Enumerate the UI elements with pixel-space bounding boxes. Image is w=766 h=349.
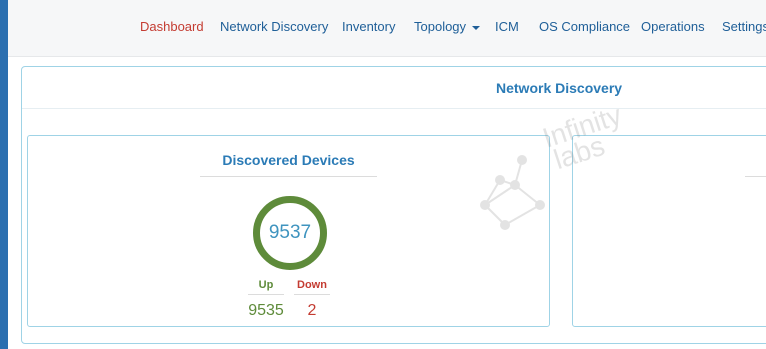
nav-topology-label: Topology <box>414 19 467 34</box>
title-divider <box>200 176 377 177</box>
nav-dashboard[interactable]: Dashboard <box>140 19 204 34</box>
top-navbar: Dashboard Network Discovery Inventory To… <box>0 0 766 57</box>
nav-operations[interactable]: Operations <box>641 19 705 34</box>
primary-nav: Dashboard Network Discovery Inventory To… <box>0 19 766 39</box>
page-title: Network Discovery <box>496 80 623 96</box>
total-devices-ring: 9537 <box>253 196 327 270</box>
discovered-devices-title: Discovered Devices <box>222 152 355 168</box>
status-down-label: Down <box>297 279 327 291</box>
down-label-divider <box>294 294 330 295</box>
nav-settings[interactable]: Settings <box>722 19 766 34</box>
chevron-down-icon <box>472 25 481 30</box>
up-label-divider <box>248 294 284 295</box>
nav-os-compliance[interactable]: OS Compliance <box>539 19 630 34</box>
discovered-devices-card: Discovered Devices 9537 Up Down 9535 2 <box>27 135 550 327</box>
title-divider <box>745 176 766 177</box>
left-accent-bar <box>0 0 8 349</box>
status-up-label: Up <box>258 279 274 291</box>
total-devices-value: 9537 <box>268 222 312 243</box>
status-down-value: 2 <box>307 302 317 319</box>
panel-header: Network Discovery <box>22 67 766 109</box>
nav-icm[interactable]: ICM <box>495 19 519 34</box>
nav-inventory[interactable]: Inventory <box>342 19 395 34</box>
nav-network-discovery[interactable]: Network Discovery <box>220 19 328 34</box>
status-up-value: 9535 <box>248 302 284 319</box>
nav-topology[interactable]: Topology <box>414 19 481 34</box>
secondary-card <box>572 135 766 327</box>
